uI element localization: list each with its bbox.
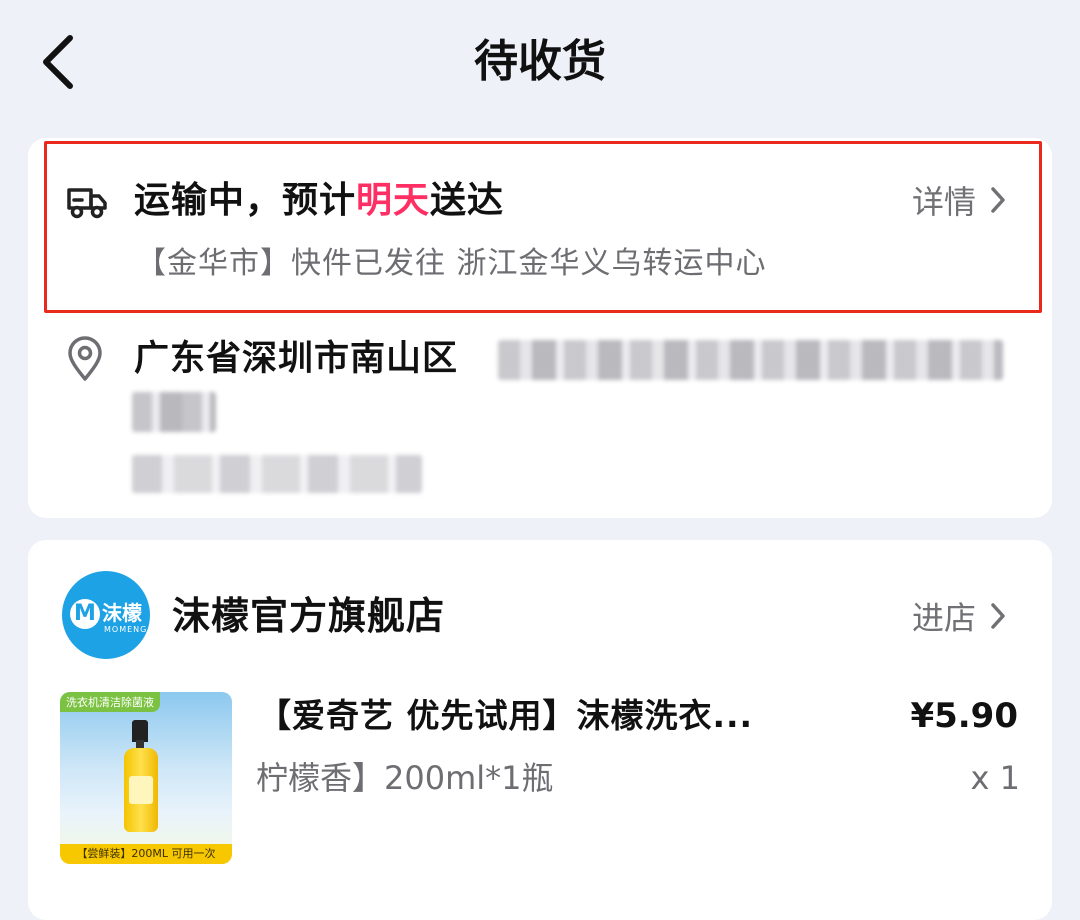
shop-name[interactable]: 沫檬官方旗舰店 [172,588,445,644]
bottle-cap [132,720,148,742]
enter-shop-label: 进店 [912,599,977,637]
shop-logo[interactable]: M 沫檬 MOMENG [62,571,150,659]
bottle [124,748,158,832]
product-image[interactable]: 洗衣机清洁除菌液 【尝鲜装】200ML 可用一次 [60,692,232,864]
status-prefix: 运输中，预计 [134,180,357,221]
address-redacted [498,340,1003,380]
image-bottom-tag: 【尝鲜装】200ML 可用一次 [60,844,232,864]
address-redacted-line2 [132,392,216,432]
detail-label: 详情 [912,183,977,221]
product-spec: 柠檬香】200ml*1瓶 [256,759,554,797]
chevron-right-icon [991,603,1005,629]
status-suffix: 送达 [430,180,505,221]
truck-icon [67,188,107,219]
status-highlight: 明天 [356,180,431,221]
shipping-status: 运输中，预计明天送达 [134,174,504,228]
page-title: 待收货 [474,36,606,87]
shop-logo-letter: M [70,599,100,629]
address-text: 广东省深圳市南山区 [134,339,459,379]
tracking-info: 【金华市】快件已发往 浙江金华义乌转运中心 [136,246,767,281]
product-quantity: x 1 [970,759,1020,797]
shop-logo-cn: 沫檬 [102,601,142,625]
top-bar: 待收货 [0,0,1080,125]
shop-logo-en: MOMENG [104,625,148,634]
product-price: ¥5.90 [910,696,1018,736]
location-pin-icon [68,336,102,381]
image-top-tag: 洗衣机清洁除菌液 [60,692,160,712]
detail-button[interactable]: 详情 [912,175,1006,225]
recipient-redacted [132,455,422,493]
enter-shop-button[interactable]: 进店 [912,592,1006,640]
product-title[interactable]: 【爱奇艺 优先试用】沫檬洗衣... [258,690,858,742]
chevron-right-icon [991,187,1005,213]
